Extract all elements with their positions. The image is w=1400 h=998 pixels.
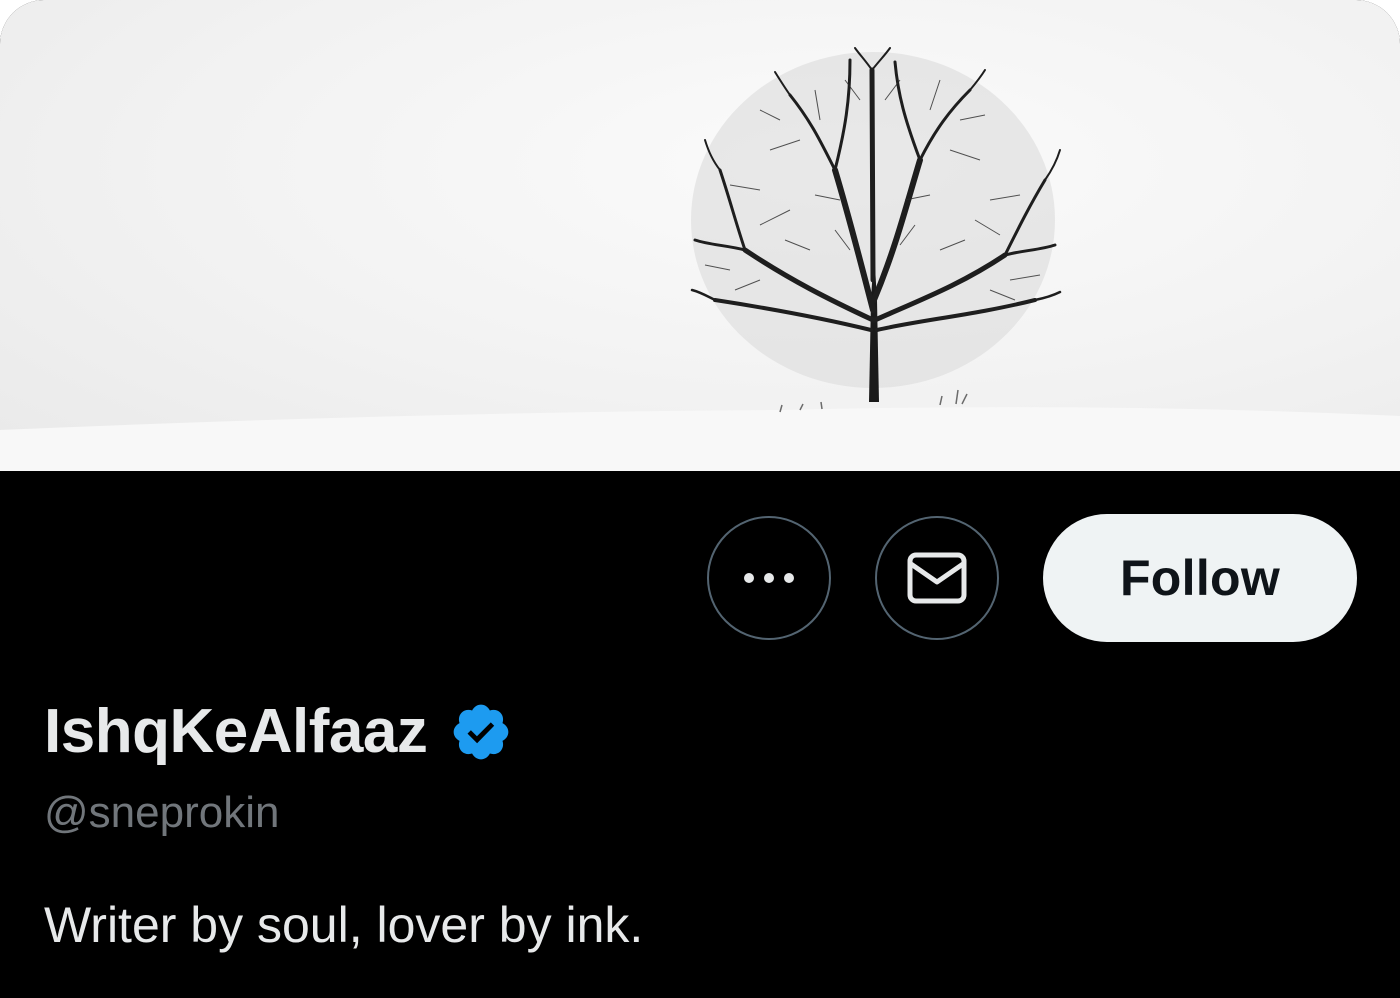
profile-banner-image[interactable] <box>0 0 1400 471</box>
display-name: IshqKeAlfaaz <box>44 697 428 766</box>
verified-badge-icon[interactable] <box>449 700 513 764</box>
profile-actions: Follow <box>707 514 1357 642</box>
envelope-icon <box>907 552 967 604</box>
more-horizontal-icon <box>744 573 794 583</box>
tree-illustration <box>0 47 1400 471</box>
profile-bio: Writer by soul, lover by ink. <box>44 897 644 953</box>
follow-button[interactable]: Follow <box>1043 514 1357 642</box>
profile-card: Follow IshqKeAlfaaz @sneprokin Writer by… <box>0 0 1400 998</box>
display-name-row: IshqKeAlfaaz <box>44 694 513 770</box>
more-button[interactable] <box>707 516 831 640</box>
message-button[interactable] <box>875 516 999 640</box>
user-handle: @sneprokin <box>44 788 280 837</box>
